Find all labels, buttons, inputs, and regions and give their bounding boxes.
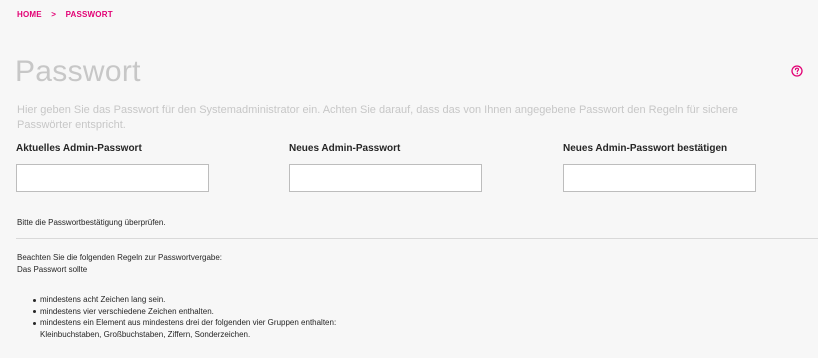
list-item: mindestens vier verschiedene Zeichen ent… <box>30 306 336 318</box>
rules-intro-line: Das Passwort sollte <box>17 265 88 274</box>
page-intro: Hier geben Sie das Passwort für den Syst… <box>17 104 738 131</box>
divider <box>16 238 818 239</box>
list-item: mindestens acht Zeichen lang sein. <box>30 294 336 306</box>
password-rules-list: mindestens acht Zeichen lang sein. minde… <box>30 294 336 340</box>
breadcrumb-separator: > <box>51 10 57 19</box>
current-password-input[interactable] <box>16 164 209 192</box>
current-password-field: Aktuelles Admin-Passwort <box>16 143 209 192</box>
confirm-password-label: Neues Admin-Passwort bestätigen <box>563 143 728 154</box>
new-password-field: Neues Admin-Passwort <box>289 143 482 192</box>
list-item: mindestens ein Element aus mindestens dr… <box>30 317 336 329</box>
new-password-input[interactable] <box>289 164 482 192</box>
breadcrumb-home-link[interactable]: HOME <box>17 10 42 19</box>
question-circle-icon[interactable] <box>791 65 803 77</box>
current-password-label: Aktuelles Admin-Passwort <box>16 143 142 154</box>
rules-intro: Beachten Sie die folgenden Regeln zur Pa… <box>17 252 222 276</box>
breadcrumb: HOME > PASSWORT <box>17 10 113 19</box>
confirm-password-field: Neues Admin-Passwort bestätigen <box>563 143 756 192</box>
validation-message: Bitte die Passwortbestätigung überprüfen… <box>17 218 166 227</box>
new-password-label: Neues Admin-Passwort <box>289 143 401 154</box>
list-item-continuation: Kleinbuchstaben, Großbuchstaben, Ziffern… <box>40 329 251 339</box>
rules-intro-line: Beachten Sie die folgenden Regeln zur Pa… <box>17 253 223 262</box>
confirm-password-input[interactable] <box>563 164 756 192</box>
page-title: Passwort <box>15 55 141 88</box>
breadcrumb-current: PASSWORT <box>65 10 113 19</box>
